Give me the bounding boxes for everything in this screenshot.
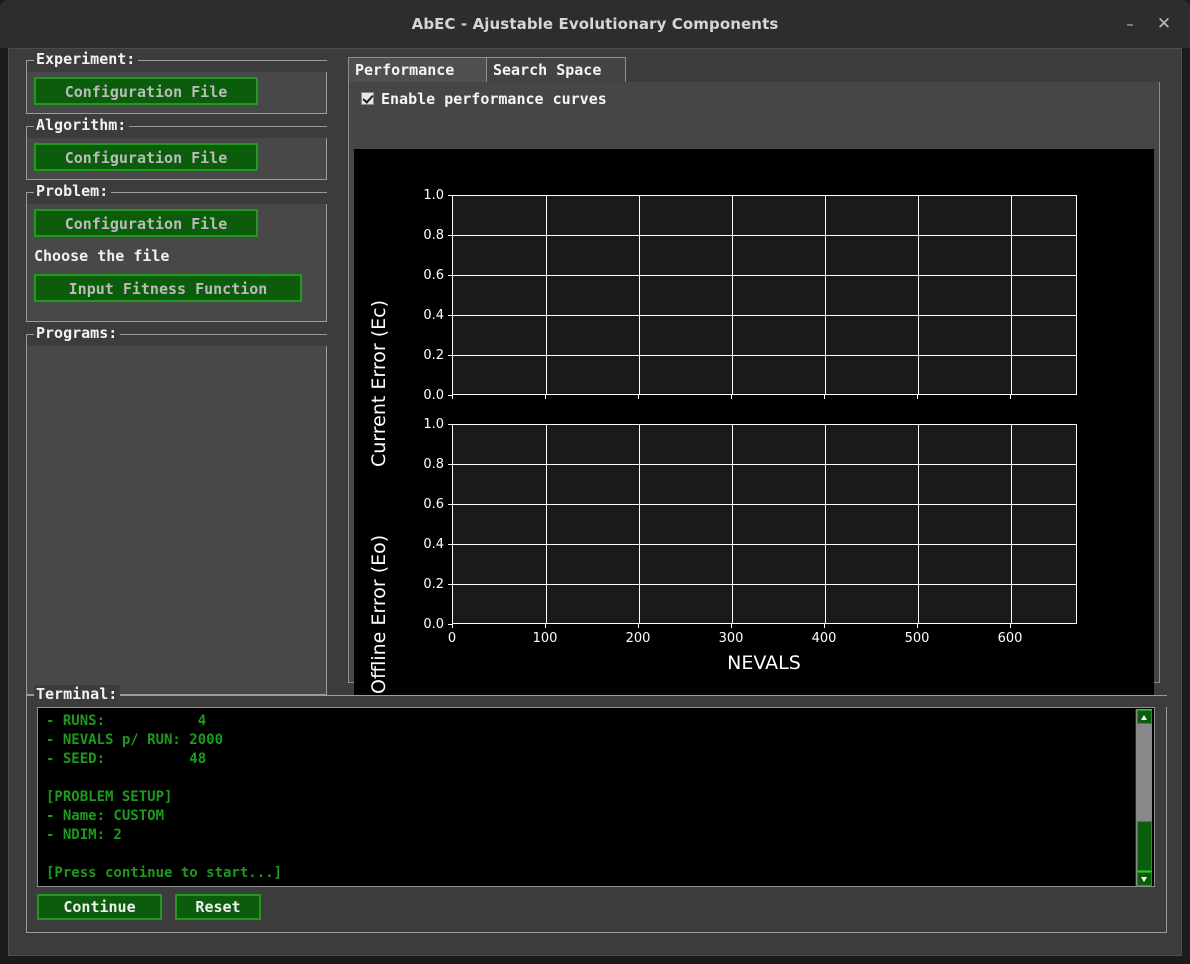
tab-search-space[interactable]: Search Space bbox=[486, 57, 626, 83]
group-programs-title: Programs: bbox=[34, 324, 121, 342]
chart-0-ylabel: Current Error (Ec) bbox=[368, 299, 390, 467]
scroll-up-icon[interactable] bbox=[1137, 710, 1152, 724]
chart-1-ytick-0.4: 0.4 bbox=[423, 537, 444, 552]
chart-1-xtick-500: 500 bbox=[904, 631, 930, 646]
terminal-output[interactable]: - RUNS: 4 - NEVALS p/ RUN: 2000 - SEED: … bbox=[37, 707, 1155, 887]
tab-pane-performance: Enable performance curves Current Error … bbox=[348, 82, 1160, 714]
continue-button[interactable]: Continue bbox=[37, 894, 162, 920]
notebook: Performance Search Space Enable performa… bbox=[348, 57, 1160, 714]
app-body: Experiment: Configuration File Algorithm… bbox=[8, 48, 1182, 956]
chart-1-xlabel: NEVALS bbox=[727, 652, 801, 674]
app-window: AbEC - Ajustable Evolutionary Components… bbox=[0, 0, 1190, 964]
scrollbar-thumb[interactable] bbox=[1137, 821, 1152, 871]
group-algorithm: Algorithm: Configuration File bbox=[26, 116, 328, 180]
chart-0-ytick-0.8: 0.8 bbox=[423, 228, 444, 243]
algorithm-configuration-file-button[interactable]: Configuration File bbox=[34, 143, 258, 171]
chart-0-ytick-0.4: 0.4 bbox=[423, 308, 444, 323]
group-terminal: Terminal: - RUNS: 4 - NEVALS p/ RUN: 200… bbox=[26, 685, 1168, 933]
chart-1-xtick-100: 100 bbox=[532, 631, 558, 646]
choose-the-file-label: Choose the file bbox=[34, 247, 170, 265]
group-problem-title: Problem: bbox=[34, 182, 112, 200]
tab-performance[interactable]: Performance bbox=[348, 57, 487, 83]
group-terminal-strip bbox=[27, 696, 1168, 707]
input-fitness-function-button[interactable]: Input Fitness Function bbox=[34, 274, 302, 302]
enable-performance-curves-label: Enable performance curves bbox=[381, 90, 607, 108]
experiment-configuration-file-button[interactable]: Configuration File bbox=[34, 77, 258, 105]
group-experiment-title: Experiment: bbox=[34, 50, 139, 68]
group-algorithm-title: Algorithm: bbox=[34, 116, 130, 134]
chart-0-axes bbox=[452, 195, 1077, 395]
title-bar: AbEC - Ajustable Evolutionary Components… bbox=[0, 0, 1190, 48]
group-programs[interactable]: Programs: bbox=[26, 324, 328, 695]
reset-button[interactable]: Reset bbox=[175, 894, 261, 920]
chart-0-ytick-0.0: 0.0 bbox=[423, 388, 444, 403]
programs-list[interactable] bbox=[27, 346, 326, 694]
group-experiment: Experiment: Configuration File bbox=[26, 50, 328, 114]
chart-1-ytick-0.6: 0.6 bbox=[423, 497, 444, 512]
chart-0-ytick-0.6: 0.6 bbox=[423, 268, 444, 283]
problem-configuration-file-button[interactable]: Configuration File bbox=[34, 209, 258, 237]
terminal-scrollbar[interactable] bbox=[1135, 709, 1152, 886]
chart-0-ytick-0.2: 0.2 bbox=[423, 348, 444, 363]
window-title: AbEC - Ajustable Evolutionary Components bbox=[411, 15, 779, 33]
chart-1-axes bbox=[452, 424, 1077, 624]
group-terminal-title: Terminal: bbox=[34, 685, 121, 703]
chart-0-ytick-1.0: 1.0 bbox=[423, 188, 444, 203]
terminal-text: - RUNS: 4 - NEVALS p/ RUN: 2000 - SEED: … bbox=[46, 713, 283, 881]
chart-1-xtick-300: 300 bbox=[718, 631, 744, 646]
scroll-down-icon[interactable] bbox=[1137, 872, 1152, 886]
chart-1-ytick-0.8: 0.8 bbox=[423, 457, 444, 472]
performance-figure: Current Error (Ec) 1.0 0.8 0.6 0.4 0.2 0… bbox=[354, 149, 1154, 714]
chart-1-xtick-600: 600 bbox=[997, 631, 1023, 646]
chart-1-ytick-0.2: 0.2 bbox=[423, 577, 444, 592]
minimize-icon[interactable]: – bbox=[1118, 12, 1142, 36]
chart-1-ytick-0.0: 0.0 bbox=[423, 617, 444, 632]
chart-1-xtick-0: 0 bbox=[447, 631, 457, 646]
group-problem: Problem: Configuration File Choose the f… bbox=[26, 182, 328, 322]
chart-1-xtick-400: 400 bbox=[811, 631, 837, 646]
chart-1-xtick-200: 200 bbox=[625, 631, 651, 646]
close-icon[interactable]: ✕ bbox=[1152, 12, 1176, 36]
chart-1-ytick-1.0: 1.0 bbox=[423, 417, 444, 432]
chart-1-ylabel: Offline Error (Eo) bbox=[368, 534, 390, 694]
tab-strip: Performance Search Space bbox=[348, 57, 1160, 83]
enable-performance-curves-checkbox[interactable] bbox=[361, 92, 374, 105]
